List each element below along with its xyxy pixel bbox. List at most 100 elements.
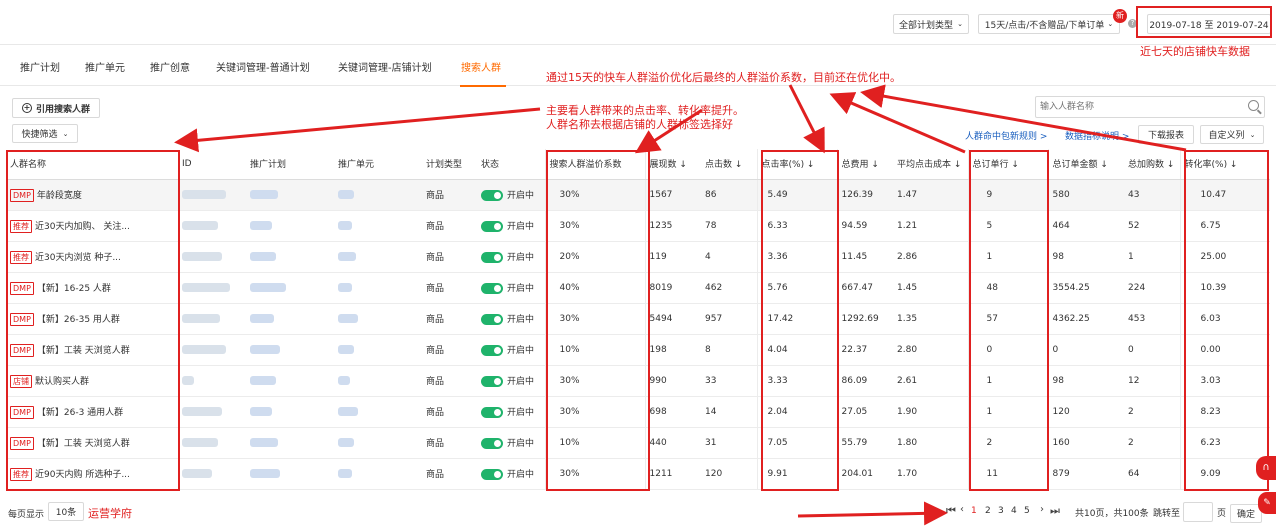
plan-cell[interactable]: [246, 179, 334, 211]
plan-cell[interactable]: [246, 303, 334, 335]
status-toggle[interactable]: [481, 438, 503, 449]
col-ctr[interactable]: 点击率(%) ↓: [756, 149, 837, 180]
status-toggle[interactable]: [481, 345, 503, 356]
premium-cell[interactable]: 40%: [544, 272, 645, 304]
col-cpc[interactable]: 平均点击成本 ↓: [893, 149, 968, 180]
status-cell[interactable]: 开启中: [477, 396, 545, 428]
custom-columns-button[interactable]: 自定义列 ⌄: [1200, 125, 1264, 144]
plan-cell[interactable]: [246, 365, 334, 397]
plan-type-select[interactable]: 全部计划类型 ⌄: [893, 14, 969, 34]
status-toggle[interactable]: [481, 190, 503, 201]
table-row[interactable]: DMP 【新】工装 天浏览人群 商品 开启中 10% 198 8 4.04 22.37 2.80 0…: [6, 334, 1270, 366]
premium-cell[interactable]: 10%: [544, 427, 645, 459]
unit-cell[interactable]: [334, 179, 422, 211]
last-page-icon[interactable]: ⏭: [1050, 504, 1060, 518]
status-toggle[interactable]: [481, 469, 503, 480]
crowd-name-cell[interactable]: DMP 【新】26-3 通用人群: [6, 396, 178, 428]
crowd-name-cell[interactable]: 店铺 默认购买人群: [6, 365, 178, 397]
status-cell[interactable]: 开启中: [477, 303, 545, 335]
premium-cell[interactable]: 30%: [544, 458, 645, 490]
unit-cell[interactable]: [334, 241, 422, 273]
per-page-select[interactable]: 10条: [48, 502, 84, 521]
unit-cell[interactable]: [334, 272, 422, 304]
table-row[interactable]: DMP 年龄段宽度 商品 开启中 30% 1567 86 5.49 126.39 1.47 9 580…: [6, 179, 1270, 211]
status-cell[interactable]: 开启中: [477, 210, 545, 242]
col-cvr[interactable]: 转化率(%) ↓: [1179, 149, 1270, 180]
crowd-name-cell[interactable]: 推荐 近30天内加购、 关注...: [6, 210, 178, 242]
date-range-picker[interactable]: 2019-07-18 至 2019-07-24: [1147, 14, 1271, 34]
help-icon[interactable]: ?: [1128, 19, 1137, 28]
tab-keyword-normal[interactable]: 关键词管理-普通计划: [216, 59, 310, 74]
status-toggle[interactable]: [481, 376, 503, 387]
status-cell[interactable]: 开启中: [477, 241, 545, 273]
table-row[interactable]: DMP 【新】26-35 用人群 商品 开启中 30% 5494 957 17.42 1292.…: [6, 303, 1270, 335]
plan-cell[interactable]: [246, 272, 334, 304]
first-page-icon[interactable]: ⏮: [946, 504, 956, 518]
confirm-jump-button[interactable]: 确定: [1230, 504, 1262, 523]
prev-page-icon[interactable]: ‹: [960, 504, 964, 515]
table-row[interactable]: 推荐 近30天内加购、 关注... 商品 开启中 30% 1235 78 6.33 94.59 1…: [6, 210, 1270, 242]
status-cell[interactable]: 开启中: [477, 334, 545, 366]
plan-cell[interactable]: [246, 458, 334, 490]
tab-unit[interactable]: 推广单元: [85, 59, 125, 74]
tab-search-crowd[interactable]: 搜索人群: [461, 59, 501, 74]
next-page-icon[interactable]: ›: [1040, 504, 1044, 515]
unit-cell[interactable]: [334, 365, 422, 397]
table-row[interactable]: 推荐 近90天内购 所选种子... 商品 开启中 30% 1211 120 9.91 204.0…: [6, 458, 1270, 490]
col-amount[interactable]: 总订单金额 ↓: [1047, 149, 1124, 180]
status-toggle[interactable]: [481, 314, 503, 325]
page-5[interactable]: 5: [1024, 506, 1030, 516]
unit-cell[interactable]: [334, 458, 422, 490]
table-row[interactable]: DMP 【新】16-25 人群 商品 开启中 40% 8019 462 5.76 667.47 1…: [6, 272, 1270, 304]
crowd-name-cell[interactable]: DMP 【新】26-35 用人群: [6, 303, 178, 335]
status-cell[interactable]: 开启中: [477, 272, 545, 304]
table-row[interactable]: 推荐 近30天内浏览 种子... 商品 开启中 20% 119 4 3.36 11.45 2.86…: [6, 241, 1270, 273]
status-cell[interactable]: 开启中: [477, 427, 545, 459]
unit-cell[interactable]: [334, 427, 422, 459]
headset-icon[interactable]: ∩: [1256, 456, 1276, 480]
crowd-name-cell[interactable]: 推荐 近30天内浏览 种子...: [6, 241, 178, 273]
metrics-link[interactable]: 数据指标说明 >: [1065, 129, 1129, 142]
premium-cell[interactable]: 20%: [544, 241, 645, 273]
page-2[interactable]: 2: [985, 506, 991, 516]
unit-cell[interactable]: [334, 334, 422, 366]
download-report-button[interactable]: 下载报表: [1138, 125, 1194, 144]
status-toggle[interactable]: [481, 221, 503, 232]
feedback-icon[interactable]: ✎: [1258, 492, 1276, 514]
status-toggle[interactable]: [481, 283, 503, 294]
search-box[interactable]: [1035, 96, 1265, 118]
col-impressions[interactable]: 展现数 ↓: [644, 149, 701, 180]
tab-creative[interactable]: 推广创意: [150, 59, 190, 74]
col-crowd-name[interactable]: 人群名称: [6, 149, 178, 180]
page-1[interactable]: 1: [971, 506, 977, 516]
page-3[interactable]: 3: [998, 506, 1004, 516]
premium-cell[interactable]: 30%: [544, 396, 645, 428]
status-cell[interactable]: 开启中: [477, 458, 545, 490]
status-toggle[interactable]: [481, 407, 503, 418]
plan-cell[interactable]: [246, 396, 334, 428]
search-input[interactable]: [1040, 98, 1240, 116]
status-cell[interactable]: 开启中: [477, 179, 545, 211]
metric-select[interactable]: 15天/点击/不含赠品/下单订单 ⌄: [978, 14, 1120, 34]
plan-cell[interactable]: [246, 210, 334, 242]
col-carts[interactable]: 总加购数 ↓: [1124, 149, 1180, 180]
tab-keyword-shop[interactable]: 关键词管理-店铺计划: [338, 59, 432, 74]
premium-cell[interactable]: 30%: [544, 179, 645, 211]
col-clicks[interactable]: 点击数 ↓: [701, 149, 757, 180]
table-row[interactable]: 店铺 默认购买人群 商品 开启中 30% 990 33 3.33 86.09 2.61 1 98 12 3…: [6, 365, 1270, 397]
unit-cell[interactable]: [334, 396, 422, 428]
table-row[interactable]: DMP 【新】26-3 通用人群 商品 开启中 30% 698 14 2.04 27.05 1.9…: [6, 396, 1270, 428]
crowd-name-cell[interactable]: DMP 【新】16-25 人群: [6, 272, 178, 304]
status-cell[interactable]: 开启中: [477, 365, 545, 397]
crowd-name-cell[interactable]: DMP 【新】工装 天浏览人群: [6, 427, 178, 459]
quote-crowd-button[interactable]: + 引用搜索人群: [12, 98, 100, 118]
crowd-name-cell[interactable]: DMP 年龄段宽度: [6, 179, 178, 211]
rules-link[interactable]: 人群命中包新规则 >: [965, 129, 1047, 142]
crowd-name-cell[interactable]: 推荐 近90天内购 所选种子...: [6, 458, 178, 490]
col-orders[interactable]: 总订单行 ↓: [967, 149, 1048, 180]
plan-cell[interactable]: [246, 334, 334, 366]
premium-cell[interactable]: 30%: [544, 365, 645, 397]
page-4[interactable]: 4: [1011, 506, 1017, 516]
unit-cell[interactable]: [334, 210, 422, 242]
quick-filter-select[interactable]: 快捷筛选 ⌄: [12, 124, 78, 143]
